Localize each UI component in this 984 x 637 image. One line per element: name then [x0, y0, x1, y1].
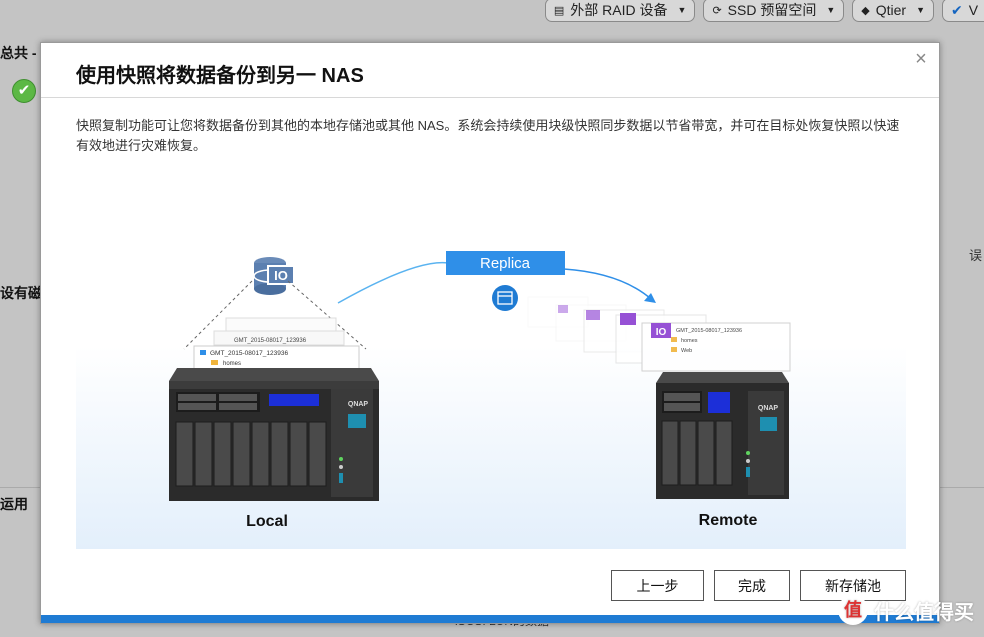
chevron-down-icon: ▼	[916, 5, 925, 15]
watermark: 值 什么值得买	[838, 595, 974, 625]
chevron-down-icon: ▼	[677, 5, 687, 15]
ssd-icon: ⟳	[712, 4, 722, 17]
external-raid-label: 外部 RAID 设备	[570, 2, 668, 18]
remote-snapshot-stack: IO GMT_2015-08017_123936 homes Web	[527, 296, 791, 372]
title-divider	[41, 97, 939, 98]
local-storage-icon: IO	[253, 257, 295, 295]
remote-folder-web: Web	[681, 348, 692, 354]
watermark-logo-icon: 值	[838, 595, 868, 625]
local-snapshot-name-1: GMT_2015-08017_123936	[234, 338, 307, 344]
dialog-bottom-bar	[41, 615, 939, 623]
background-toolbar: ▤ 外部 RAID 设备 ▼ ⟳ SSD 预留空间 ▼ ◆ Qtier ▼ ✔ …	[0, 0, 984, 28]
close-icon[interactable]: ×	[911, 49, 931, 69]
qtier-icon: ◆	[861, 4, 870, 17]
v-label: V	[968, 2, 979, 18]
ssd-reserve-label: SSD 预留空间	[727, 2, 817, 18]
external-raid-button[interactable]: ▤ 外部 RAID 设备 ▼	[544, 0, 696, 22]
replica-arc-left	[337, 261, 449, 304]
v-icon: ✔	[951, 1, 963, 18]
bg-nodisk-label: 设有磁	[0, 285, 42, 301]
local-folder-homes: homes	[223, 361, 241, 367]
bg-side-text: 误	[968, 248, 982, 263]
replica-arc-right	[563, 268, 652, 300]
remote-label: Remote	[699, 512, 758, 529]
local-label: Local	[246, 513, 288, 530]
finish-button[interactable]: 完成	[714, 570, 790, 601]
local-snapshot-name-2: GMT_2015-08017_123936	[210, 350, 288, 357]
replica-label: Replica	[480, 255, 531, 272]
check-icon: ✔	[12, 79, 36, 103]
remote-nas-brand: QNAP	[758, 405, 779, 412]
local-nas-brand: QNAP	[348, 401, 369, 408]
remote-snapshot-name: GMT_2015-08017_123936	[676, 328, 742, 334]
chevron-down-icon: ▼	[826, 5, 836, 15]
calendar-icon	[492, 285, 518, 311]
dialog-description: 快照复制功能可让您将数据备份到其他的本地存储池或其他 NAS。系统会持续使用块级…	[76, 118, 900, 153]
qtier-button[interactable]: ◆ Qtier ▼	[852, 0, 934, 22]
bg-apply-label: 运用	[0, 496, 28, 512]
replica-diagram: Replica IO GMT_2015-08017_123936 GMT_201…	[169, 251, 791, 530]
remote-nas-device: QNAP	[656, 372, 789, 499]
bg-total-label: 总共 -	[0, 45, 37, 61]
ssd-reserve-button[interactable]: ⟳ SSD 预留空间 ▼	[703, 0, 845, 22]
replica-illustration: Replica IO GMT_2015-08017_123936 GMT_201…	[76, 211, 906, 549]
raid-icon: ▤	[553, 4, 565, 17]
watermark-text: 什么值得买	[874, 601, 974, 624]
local-nas-device: QNAP	[169, 368, 379, 501]
remote-io-label: IO	[656, 327, 667, 338]
back-button[interactable]: 上一步	[611, 570, 704, 601]
local-io-label: IO	[274, 268, 288, 283]
snapshot-replica-dialog: 使用快照将数据备份到另一 NAS × 快照复制功能可让您将数据备份到其他的本地存…	[40, 42, 940, 624]
qtier-label: Qtier	[875, 2, 907, 18]
dialog-title: 使用快照将数据备份到另一 NAS	[76, 65, 364, 87]
v-button[interactable]: ✔ V	[942, 0, 984, 22]
remote-folder-homes: homes	[681, 338, 698, 344]
